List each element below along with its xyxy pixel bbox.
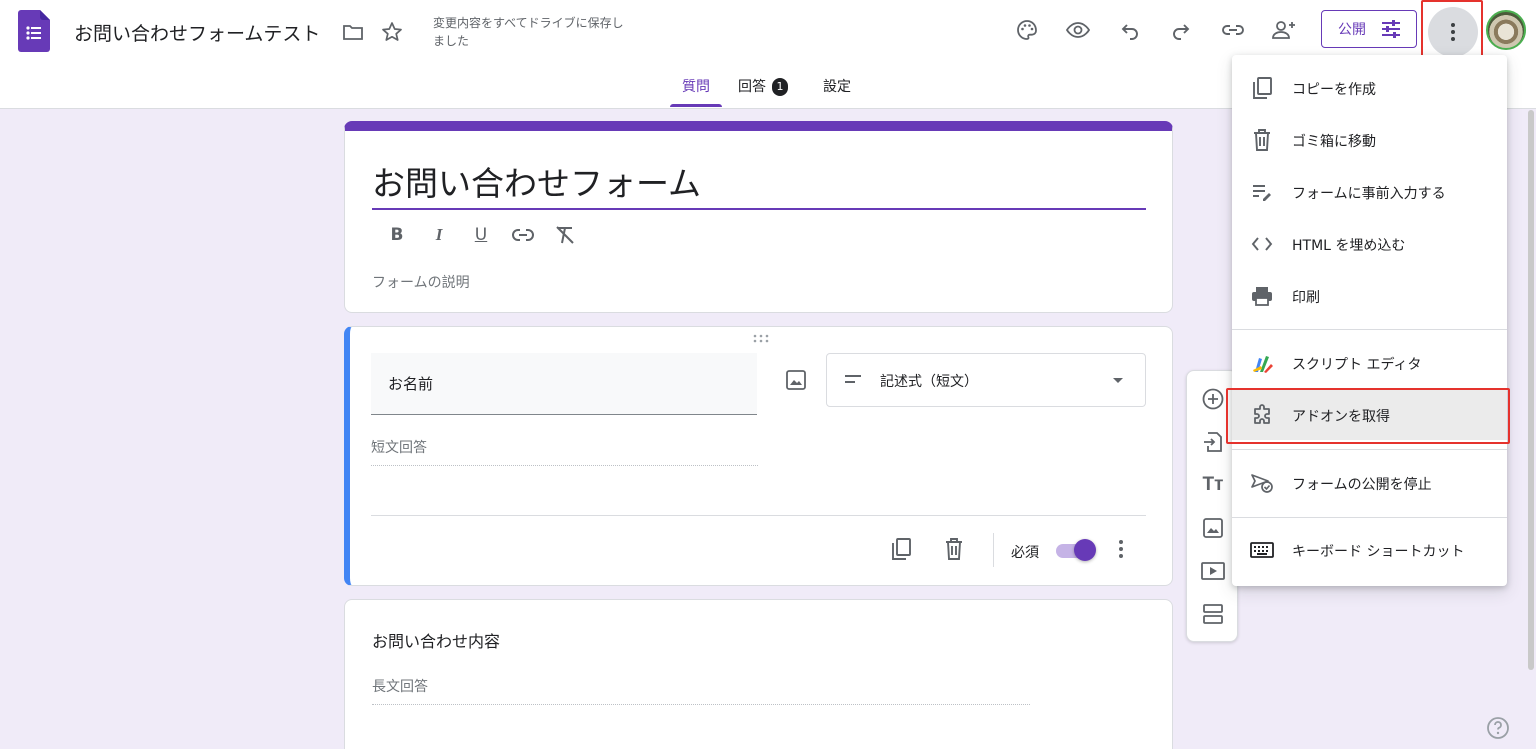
add-title-text-icon[interactable]: Tт — [1200, 472, 1226, 498]
question-type-dropdown[interactable]: 記述式（短文） — [826, 353, 1146, 407]
keyboard-icon — [1250, 538, 1274, 562]
apps-script-icon — [1250, 351, 1274, 375]
add-section-icon[interactable] — [1200, 601, 1226, 627]
menu-item-label: 印刷 — [1292, 290, 1320, 306]
add-video-icon[interactable] — [1200, 558, 1226, 584]
more-options-menu: コピーを作成 ゴミ箱に移動 フォームに事前入力する HTML を埋め込む 印刷 … — [1232, 55, 1507, 586]
help-icon[interactable] — [1486, 716, 1510, 740]
import-questions-icon[interactable] — [1200, 429, 1226, 455]
menu-separator — [1232, 449, 1507, 450]
forms-logo-icon[interactable] — [18, 10, 50, 52]
highlight-box-addons — [1226, 388, 1510, 444]
save-status-text: 変更内容をすべてドライブに保存しました — [433, 16, 624, 48]
menu-item-label: HTML を埋め込む — [1292, 238, 1406, 254]
responses-count-badge: 1 — [772, 78, 788, 96]
add-question-icon[interactable] — [1200, 386, 1226, 412]
underline-button[interactable]: U — [469, 223, 493, 247]
menu-item-label: スクリプト エディタ — [1292, 357, 1422, 373]
duplicate-icon[interactable] — [890, 537, 912, 561]
menu-item-prefill[interactable]: フォームに事前入力する — [1232, 167, 1507, 217]
menu-item-label: ゴミ箱に移動 — [1292, 134, 1376, 150]
undo-icon[interactable] — [1116, 16, 1144, 44]
format-toolbar: B I U — [385, 223, 577, 247]
short-answer-placeholder: 短文回答 — [371, 437, 758, 466]
print-icon — [1250, 284, 1274, 308]
avatar[interactable] — [1486, 10, 1526, 50]
highlight-box-more — [1421, 0, 1483, 60]
star-icon[interactable] — [380, 20, 404, 44]
delete-icon[interactable] — [943, 537, 965, 561]
tab-responses-label: 回答 — [738, 79, 766, 95]
required-toggle[interactable] — [1056, 539, 1096, 561]
menu-item-keyboard-shortcuts[interactable]: キーボード ショートカット — [1232, 525, 1507, 575]
menu-item-stop-publishing[interactable]: フォームの公開を停止 — [1232, 458, 1507, 508]
link-icon[interactable] — [1219, 16, 1247, 44]
question-more-icon[interactable] — [1118, 539, 1124, 559]
menu-separator — [1232, 329, 1507, 330]
question-title-input[interactable]: お名前 — [371, 353, 757, 415]
menu-item-label: フォームに事前入力する — [1292, 186, 1446, 202]
active-tab-indicator — [670, 104, 722, 107]
required-label: 必須 — [1011, 545, 1039, 561]
form-title[interactable]: お問い合わせフォーム — [372, 157, 701, 205]
unpublish-icon — [1250, 471, 1274, 495]
palette-icon[interactable] — [1013, 16, 1041, 44]
prefill-icon — [1250, 180, 1274, 204]
italic-button[interactable]: I — [427, 223, 451, 247]
footer-separator — [993, 533, 994, 567]
menu-item-script-editor[interactable]: スクリプト エディタ — [1232, 338, 1507, 388]
bold-button[interactable]: B — [385, 223, 409, 247]
question-type-label: 記述式（短文） — [880, 374, 978, 390]
add-collaborator-icon[interactable] — [1270, 16, 1298, 44]
menu-item-label: フォームの公開を停止 — [1292, 477, 1432, 493]
dropdown-arrow-icon — [1112, 377, 1124, 385]
add-image-icon[interactable] — [785, 369, 807, 391]
trash-icon — [1250, 128, 1274, 152]
question-title: お問い合わせ内容 — [372, 632, 501, 651]
question-title: お名前 — [388, 375, 434, 393]
tab-questions[interactable]: 質問 — [682, 76, 710, 96]
menu-item-move-to-trash[interactable]: ゴミ箱に移動 — [1232, 115, 1507, 165]
redo-icon[interactable] — [1167, 16, 1195, 44]
form-title-card: お問い合わせフォーム B I U フォームの説明 — [344, 121, 1173, 313]
code-icon — [1250, 232, 1274, 256]
copy-icon — [1250, 76, 1274, 100]
publish-button[interactable]: 公開 — [1321, 10, 1417, 48]
document-title[interactable]: お問い合わせフォームテスト — [74, 19, 320, 46]
settings-sliders-icon — [1380, 19, 1402, 39]
publish-label: 公開 — [1338, 22, 1366, 38]
drag-handle-icon[interactable] — [752, 333, 770, 343]
clear-formatting-icon[interactable] — [553, 223, 577, 247]
toggle-knob — [1074, 539, 1096, 561]
menu-item-label: コピーを作成 — [1292, 82, 1376, 98]
question-card-name[interactable]: お名前 記述式（短文） 短文回答 必須 — [344, 326, 1173, 586]
title-underline — [372, 208, 1146, 210]
tab-responses[interactable]: 回答 1 — [738, 76, 788, 96]
question-footer-divider — [371, 515, 1146, 516]
preview-eye-icon[interactable] — [1064, 16, 1092, 44]
form-description-input[interactable]: フォームの説明 — [372, 272, 470, 292]
add-image-icon[interactable] — [1200, 515, 1226, 541]
tab-settings[interactable]: 設定 — [823, 76, 851, 96]
question-card-inquiry[interactable]: お問い合わせ内容 長文回答 — [344, 599, 1173, 749]
page-scrollbar[interactable] — [1528, 110, 1534, 670]
menu-item-label: キーボード ショートカット — [1292, 544, 1465, 560]
menu-item-make-copy[interactable]: コピーを作成 — [1232, 63, 1507, 113]
short-text-icon — [844, 373, 862, 385]
long-answer-placeholder: 長文回答 — [372, 676, 1030, 705]
menu-separator — [1232, 517, 1507, 518]
move-to-folder-icon[interactable] — [341, 20, 365, 44]
menu-item-print[interactable]: 印刷 — [1232, 271, 1507, 321]
insert-link-icon[interactable] — [511, 223, 535, 247]
menu-item-embed-html[interactable]: HTML を埋め込む — [1232, 219, 1507, 269]
